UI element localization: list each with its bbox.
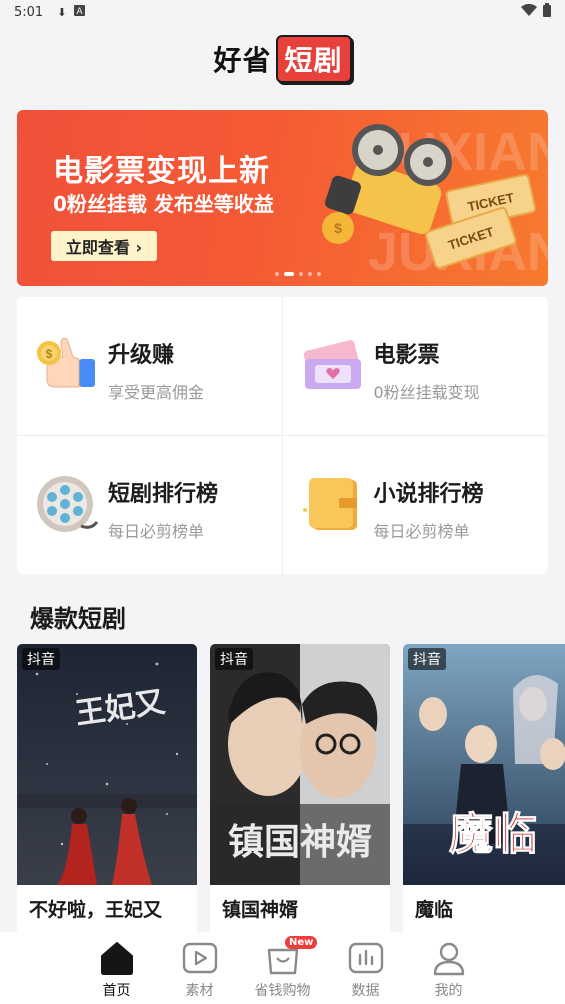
home-icon	[100, 942, 133, 975]
person-icon	[433, 942, 464, 976]
feature-subtitle: 享受更高佣金	[108, 383, 205, 402]
nav-label: 我的	[434, 983, 463, 999]
feature-subtitle: 每日必剪榜单	[373, 521, 470, 541]
thumbs-up-coin-icon: $	[37, 338, 95, 388]
feature-drama-ranking[interactable]: 短剧排行榜 每日必剪榜单	[17, 435, 283, 574]
section-title: 爆款短剧	[30, 605, 126, 633]
bar-chart-icon	[348, 942, 383, 974]
feature-title: 小说排行榜	[373, 481, 484, 507]
drama-title: 镇国神婿	[222, 899, 299, 921]
drama-card[interactable]: 王妃又 抖音 不好啦，王妃又	[17, 644, 197, 934]
status-time: 5:01	[14, 4, 44, 20]
platform-tag: 抖音	[22, 648, 60, 670]
battery-icon	[543, 3, 551, 21]
notification-a-icon: A	[74, 5, 86, 19]
banner-page-indicator	[275, 272, 321, 276]
banner-dot	[299, 272, 303, 276]
svg-text:$: $	[46, 347, 53, 361]
nav-shopping[interactable]: New 省钱购物	[241, 932, 324, 1004]
banner-view-now-button[interactable]: 立即查看 ›	[51, 231, 157, 261]
app-header: 好省 短剧	[0, 32, 565, 86]
feature-title: 升级赚	[108, 343, 175, 368]
banner-title: 电影票变现上新	[53, 154, 270, 189]
feature-movie-ticket[interactable]: 电影票 0粉丝挂载变现	[282, 297, 548, 436]
wifi-icon	[521, 3, 537, 20]
feature-title: 短剧排行榜	[108, 481, 219, 507]
nav-label: 首页	[102, 983, 131, 999]
banner-subtitle: 0粉丝挂载 发布坐等收益	[53, 192, 274, 216]
drama-list[interactable]: 王妃又 抖音 不好啦，王妃又 镇国神婿 抖音 镇国神婿 魔临 抖音 魔临	[0, 644, 565, 934]
app-logo: 好省 短剧	[213, 35, 352, 83]
nav-label: 素材	[185, 983, 214, 999]
download-icon: ⬇	[57, 5, 67, 19]
nav-mine[interactable]: 我的	[407, 932, 490, 1004]
platform-tag: 抖音	[215, 648, 253, 670]
feature-upgrade-earn[interactable]: $ 升级赚 享受更高佣金	[17, 297, 283, 436]
new-badge: New	[285, 936, 318, 949]
svg-text:魔临: 魔临	[449, 809, 537, 860]
drama-card[interactable]: 镇国神婿 抖音 镇国神婿	[210, 644, 390, 934]
drama-title: 魔临	[415, 899, 454, 921]
svg-text:A: A	[77, 6, 83, 16]
nav-data[interactable]: 数据	[324, 932, 407, 1004]
platform-tag: 抖音	[408, 648, 446, 670]
drama-title: 不好啦，王妃又	[29, 899, 163, 921]
promo-banner[interactable]: JUXIAN JUXIAN $ TICKET TICKET 电影票变现上新 0粉…	[17, 110, 548, 286]
banner-dot	[317, 272, 321, 276]
drama-card[interactable]: 魔临 抖音 魔临	[403, 644, 565, 934]
nav-material[interactable]: 素材	[158, 932, 241, 1004]
logo-badge-text: 短剧	[275, 35, 352, 83]
film-reel-icon	[37, 475, 99, 532]
feature-subtitle: 0粉丝挂载变现	[373, 383, 480, 402]
video-play-icon	[182, 942, 217, 974]
drama-poster-image: 王妃又	[17, 644, 197, 885]
bottom-nav: 首页 素材 New 省钱购物 数据 我的	[0, 932, 565, 1004]
drama-poster-image: 魔临	[403, 644, 565, 885]
status-bar: 5:01 ⬇ A	[0, 0, 565, 24]
book-icon	[302, 477, 357, 530]
feature-grid: $ 升级赚 享受更高佣金 电影票 0粉丝挂载变现 短剧排行榜 每日必剪榜单 小说…	[17, 297, 548, 574]
svg-text:$: $	[334, 220, 342, 236]
banner-dot	[275, 272, 279, 276]
logo-text: 好省	[213, 44, 272, 77]
nav-label: 数据	[351, 983, 380, 999]
feature-novel-ranking[interactable]: 小说排行榜 每日必剪榜单	[283, 436, 549, 575]
banner-dot	[308, 272, 312, 276]
feature-subtitle: 每日必剪榜单	[108, 521, 205, 541]
feature-title: 电影票	[373, 343, 440, 368]
projector-ticket-illustration: JUXIAN JUXIAN $ TICKET TICKET	[322, 122, 548, 282]
drama-poster-image: 镇国神婿	[210, 644, 390, 885]
movie-ticket-icon	[303, 340, 361, 389]
nav-label: 省钱购物	[254, 983, 311, 999]
svg-text:镇国神婿: 镇国神婿	[228, 821, 372, 863]
nav-home[interactable]: 首页	[75, 932, 158, 1004]
banner-dot-active	[284, 272, 294, 276]
